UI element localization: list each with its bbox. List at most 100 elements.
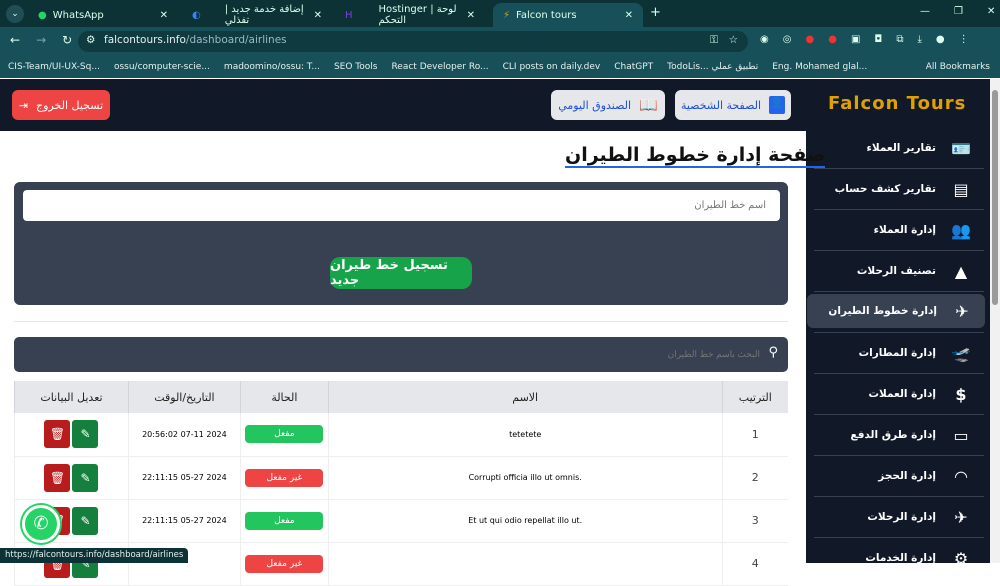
user-icon: 👤 (769, 96, 786, 114)
key-icon[interactable]: ⚿ (710, 34, 718, 47)
sidebar-item-label: إدارة الخدمات (865, 552, 936, 564)
sidebar-item-label: إدارة العملاء (873, 224, 936, 236)
col-rank: الترتيب (721, 381, 788, 413)
forward-icon[interactable]: → (36, 33, 46, 47)
status-badge: غير مفعل (245, 554, 324, 573)
tab-search-icon[interactable]: ⌄ (6, 5, 24, 23)
table-row: 1 tetetete مفعل 20:56:02 07-11 2024 ✎🗑 (14, 413, 788, 457)
shapes-icon: ▲ (954, 261, 968, 281)
close-icon[interactable]: ✕ (467, 10, 475, 21)
profile-avatar[interactable]: ● (936, 34, 945, 45)
sidebar-divider (814, 250, 984, 251)
back-icon[interactable]: ← (10, 33, 20, 47)
sidebar-item-label: إدارة العملات (868, 388, 936, 400)
all-bookmarks-button[interactable]: All Bookmarks (926, 62, 1000, 72)
airlines-icon: ✈ (955, 301, 969, 321)
close-window-button[interactable]: ✕ (987, 6, 995, 17)
tab-hostinger[interactable]: H Hostinger | لوحة التحكم ✕ (335, 3, 485, 27)
tab-service[interactable]: ◐ إضافة خدمة جديد | تفذلي ✕ (182, 3, 332, 27)
sidebar-item-plane-departure[interactable]: إدارة المطارات 🛫 (806, 336, 984, 370)
sidebar-divider (814, 168, 984, 169)
extension-icon[interactable]: ◘ (874, 34, 882, 45)
bookmark-item[interactable]: ossu/computer-scie... (114, 62, 210, 72)
divider (14, 321, 788, 322)
row-name (327, 542, 723, 586)
site-info-icon: ⚙ (86, 34, 96, 46)
whatsapp-icon: ● (38, 9, 47, 21)
bookmark-item[interactable]: SEO Tools (334, 62, 378, 72)
sidebar-divider (814, 414, 984, 415)
sidebar-divider (814, 455, 984, 456)
sidebar-item-label: إدارة خطوط الطيران (828, 305, 937, 317)
register-airline-button[interactable]: تسجيل خط طيران جديد (330, 257, 472, 289)
sidebar-item-gear[interactable]: إدارة الخدمات ⚙ (806, 541, 984, 575)
url-field[interactable]: ⚙ falcontours.info/dashboard/airlines ☆ ⚿ (78, 31, 748, 52)
status-bar-url: https://falcontours.info/dashboard/airli… (0, 548, 189, 563)
download-icon[interactable]: ⤓ (917, 34, 921, 45)
extension-icon[interactable]: ◎ (783, 34, 792, 45)
close-icon[interactable]: ✕ (625, 10, 633, 21)
tab-falcon[interactable]: ⚡ Falcon tours ✕ (493, 3, 643, 27)
sidebar-item-dollar[interactable]: إدارة العملات $ (806, 377, 984, 411)
sidebar-item-label: تقارير العملاء (866, 142, 936, 154)
close-icon[interactable]: ✕ (160, 10, 168, 21)
sidebar-item-label: إدارة المطارات (858, 347, 936, 359)
tab-whatsapp[interactable]: ● WhatsApp ✕ (28, 3, 178, 27)
row-actions: ✎🗑 (14, 456, 129, 500)
edit-button[interactable]: ✎ (72, 506, 99, 535)
id-card-icon: 🪪 (951, 138, 971, 158)
falcon-tours-logo[interactable]: Falcon Tours (828, 93, 966, 114)
bookmark-item[interactable]: CLI posts on daily.dev (503, 62, 601, 72)
whatsapp-float-button[interactable]: ✆ (22, 505, 60, 543)
adblock-icon[interactable]: ● (805, 34, 814, 45)
scrollbar-thumb[interactable] (992, 90, 998, 305)
sidebar-item-booking[interactable]: إدارة الحجز ◠ (806, 459, 984, 493)
profile-button[interactable]: الصفحة الشخصية 👤 (675, 90, 791, 120)
sidebar-item-id-card[interactable]: تقارير العملاء 🪪 (806, 131, 984, 165)
sidebar-item-users[interactable]: إدارة العملاء 👥 (806, 213, 984, 247)
edit-button[interactable]: ✎ (72, 463, 99, 492)
bookmark-item[interactable]: Eng. Mohamed glal... (772, 62, 867, 72)
delete-button[interactable]: 🗑 (44, 420, 71, 449)
bookmark-item[interactable]: TodoLis... تطبيق عملي (667, 62, 758, 72)
bookmark-item[interactable]: CIS-Team/UI-UX-Sq... (8, 62, 100, 72)
menu-icon[interactable]: ⋮ (959, 34, 969, 45)
logout-button[interactable]: ⇥ تسجيل الخروج (12, 90, 110, 120)
close-icon[interactable]: ✕ (314, 10, 322, 21)
falcon-icon: ⚡ (503, 9, 511, 21)
row-status-cell: غير مفعل (239, 456, 329, 500)
row-date: 22:11:15 05-27 2024 (127, 456, 241, 500)
delete-button[interactable]: 🗑 (44, 463, 71, 492)
sidebar-item-label: تقارير كشف حساب (834, 183, 936, 195)
extension-icon[interactable]: ▣ (851, 34, 860, 45)
extension-icon[interactable]: ◉ (760, 34, 769, 45)
edit-button[interactable]: ✎ (72, 420, 99, 449)
extension-icon[interactable]: ● (828, 34, 837, 45)
sidebar-item-label: إدارة الرحلات (867, 511, 936, 523)
bookmark-item[interactable]: madoomino/ossu: T... (224, 62, 320, 72)
bookmark-item[interactable]: React Developer Ro... (391, 62, 488, 72)
reload-icon[interactable]: ↻ (62, 33, 72, 47)
search-input[interactable] (60, 343, 760, 365)
row-rank: 2 (721, 456, 788, 500)
sidebar-item-report[interactable]: تقارير كشف حساب ▤ (806, 172, 984, 206)
airline-name-input[interactable] (23, 190, 780, 221)
hostinger-icon: H (345, 9, 353, 21)
new-tab-button[interactable]: + (650, 5, 661, 20)
page-title: صفحة إدارة خطوط الطيران (565, 144, 826, 168)
bookmark-item[interactable]: ChatGPT (614, 62, 653, 72)
sidebar-divider (814, 496, 984, 497)
col-date: التاريخ/الوقت (127, 381, 241, 413)
sidebar-item-airlines[interactable]: إدارة خطوط الطيران ✈ (807, 294, 985, 328)
sidebar-item-shapes[interactable]: تصنيف الرحلات ▲ (806, 254, 984, 288)
minimize-button[interactable]: — (920, 6, 930, 17)
daily-box-button[interactable]: الصندوق اليومي 📖 (551, 90, 665, 120)
sidebar-item-plane[interactable]: إدارة الرحلات ✈ (806, 500, 984, 534)
star-icon[interactable]: ☆ (729, 34, 738, 46)
row-status-cell: مفعل (239, 413, 329, 457)
maximize-button[interactable]: ❐ (954, 6, 963, 17)
table-row: 2 Corrupti officia illo ut omnis. غير مفعل… (14, 456, 788, 500)
extensions-icon[interactable]: ⧉ (896, 34, 903, 45)
sidebar-item-credit-card[interactable]: إدارة طرق الدفع ▭ (806, 418, 984, 452)
row-date: 20:56:02 07-11 2024 (127, 413, 241, 457)
